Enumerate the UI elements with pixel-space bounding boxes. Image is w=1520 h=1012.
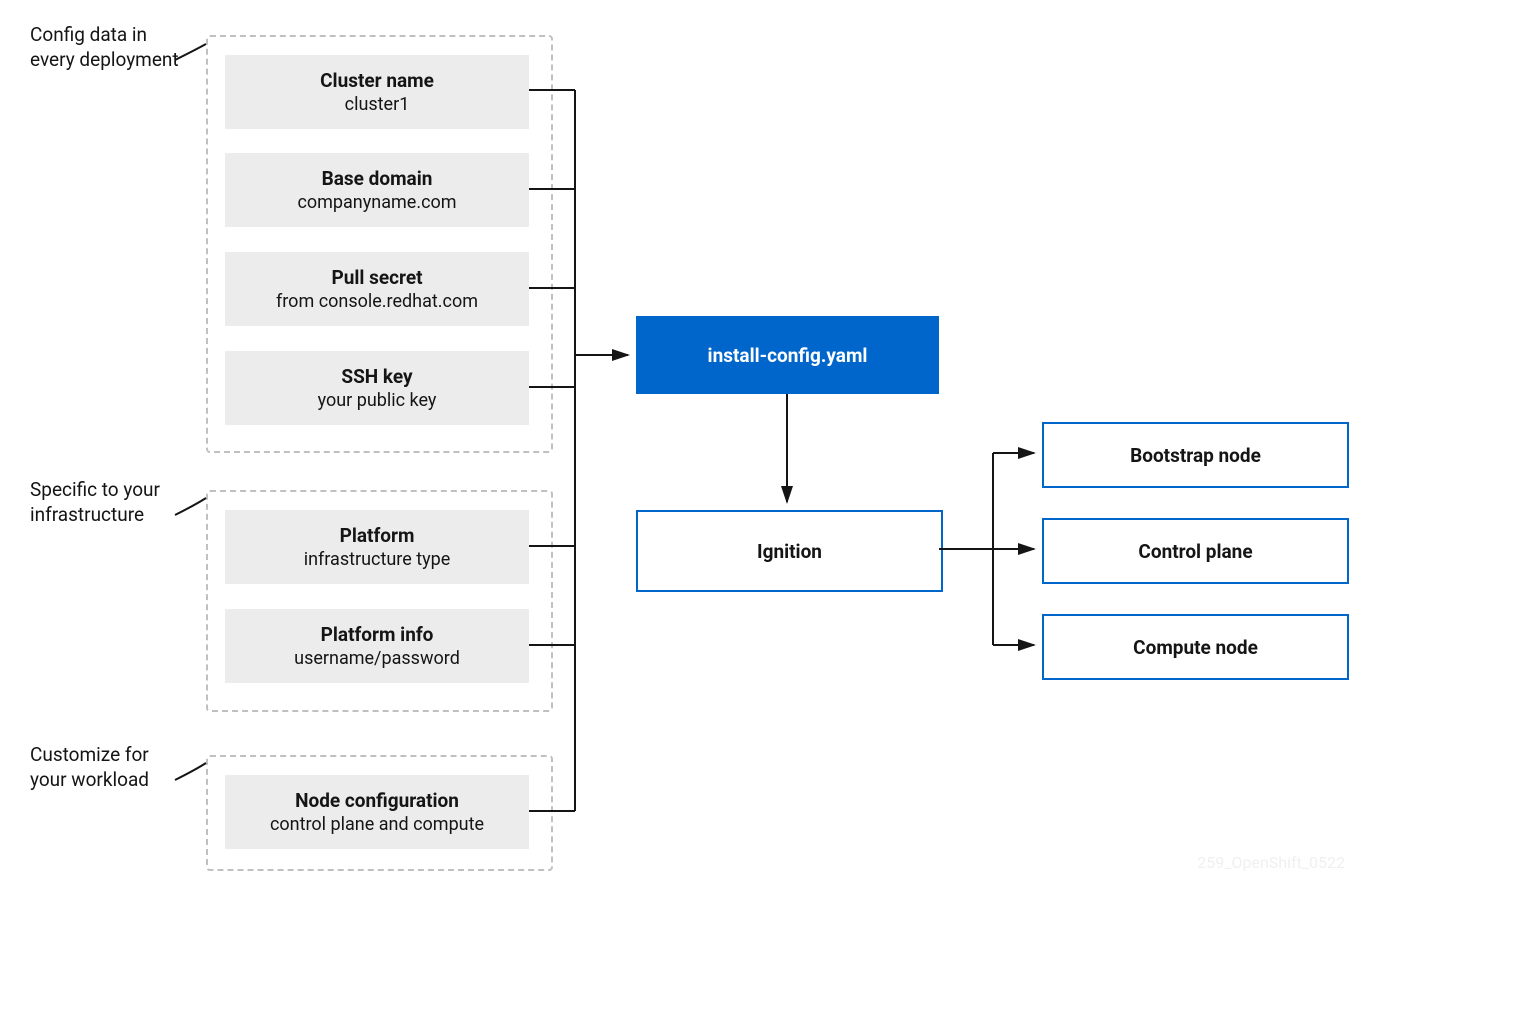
connectors [0, 0, 1520, 1012]
